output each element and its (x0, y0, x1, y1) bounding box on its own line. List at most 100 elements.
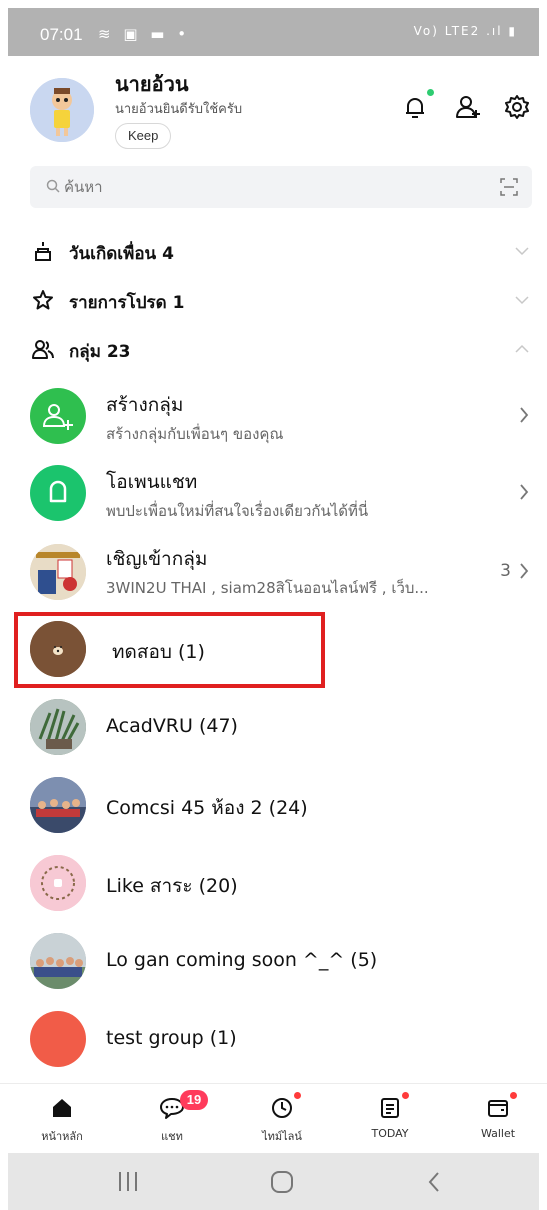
character-avatar-icon (30, 78, 94, 142)
wreath-logo-icon (30, 855, 86, 911)
tab-today[interactable]: TODAY (340, 1084, 440, 1154)
invitation-avatar (30, 544, 86, 600)
back-button[interactable] (394, 1153, 474, 1210)
group-name: Comcsi 45 ห้อง 2 (24) (106, 797, 308, 819)
invitation-count: 3 (500, 561, 511, 581)
notifications-button[interactable] (400, 89, 434, 122)
group-avatar (30, 1011, 86, 1067)
add-group-icon (42, 404, 73, 430)
timeline-icon (272, 1098, 292, 1118)
status-bar: 07:01 ≋ ▣ ▬ • Vo) LTE2 .ıl ▮ (0, 0, 547, 56)
tab-label: แชท (161, 1130, 183, 1143)
back-chevron-icon (428, 1172, 439, 1192)
section-groups[interactable]: กลุ่ม 23 (0, 326, 547, 374)
group-row[interactable]: Lo gan coming soon ^_^ (5) (0, 923, 547, 1001)
search-bar[interactable] (30, 166, 532, 208)
row-subtitle: พบปะเพื่อนใหม่ที่สนใจเรื่องเดียวกันได้ที… (106, 502, 369, 520)
section-label: รายการโปรด 1 (69, 293, 185, 313)
group-icon (32, 340, 54, 359)
group-avatar (30, 699, 86, 755)
cake-icon (35, 242, 51, 261)
chevron-right-icon (520, 407, 529, 423)
group-name: AcadVRU (47) (106, 715, 238, 737)
profile-status-message[interactable]: นายอ้วนยินดีรับใช้ครับ (115, 98, 242, 119)
home-circle-icon (271, 1171, 293, 1193)
group-row[interactable]: Comcsi 45 ห้อง 2 (24) (0, 767, 547, 845)
open-chat-avatar (30, 465, 86, 521)
unread-badge: 19 (180, 1090, 208, 1110)
row-subtitle: 3WIN2U THAI , siam28สิโนออนไลน์ฟรี , เว็… (106, 579, 429, 597)
row-subtitle: สร้างกลุ่มกับเพื่อนๆ ของคุณ (106, 425, 284, 443)
tab-label: Wallet (480, 1127, 516, 1140)
row-title: สร้างกลุ่ม (106, 394, 184, 416)
notification-online-dot (427, 89, 434, 96)
section-label: กลุ่ม 23 (69, 342, 131, 362)
today-icon (381, 1098, 399, 1118)
chevron-right-icon (520, 563, 529, 579)
recent-apps-button[interactable] (90, 1153, 170, 1210)
group-row[interactable]: AcadVRU (47) (0, 689, 547, 767)
team-photo-icon (30, 933, 86, 989)
tab-chats[interactable]: 19 แชท (122, 1084, 222, 1154)
group-invitations-row[interactable]: เชิญเข้ากลุ่ม 3WIN2U THAI , siam28สิโนออ… (0, 532, 547, 610)
tab-label: หน้าหลัก (41, 1130, 83, 1143)
row-title: เชิญเข้ากลุ่ม (106, 548, 208, 570)
tab-timeline[interactable]: ไทม์ไลน์ (232, 1084, 332, 1154)
qr-scan-icon[interactable] (500, 178, 518, 196)
create-group-avatar (30, 388, 86, 444)
search-icon (46, 179, 60, 193)
wallet-icon (488, 1100, 508, 1117)
bottom-tab-bar: หน้าหลัก 19 แชท ไทม์ไลน์ TODAY Wallet (0, 1083, 547, 1153)
open-chat-icon (49, 480, 67, 503)
notification-dot (510, 1092, 517, 1099)
add-friend-button[interactable] (454, 92, 484, 122)
bell-icon (406, 98, 424, 118)
recent-apps-icon (119, 1172, 137, 1191)
chevron-down-icon (515, 296, 529, 305)
section-favorites[interactable]: รายการโปรด 1 (0, 277, 547, 325)
plant-photo-icon (30, 699, 86, 755)
group-name: Lo gan coming soon ^_^ (5) (106, 949, 378, 971)
system-navigation-bar (8, 1153, 539, 1210)
section-label: วันเกิดเพื่อน 4 (69, 244, 174, 264)
group-photo-icon (30, 777, 86, 833)
settings-button[interactable] (502, 92, 532, 122)
status-system-icons: Vo) LTE2 .ıl ▮ (413, 24, 517, 38)
group-row[interactable]: test group (1) (0, 1001, 547, 1079)
notification-dot (294, 1092, 301, 1099)
home-nav-button[interactable] (242, 1153, 322, 1210)
group-name: Like สาระ (20) (106, 875, 238, 897)
chevron-right-icon (520, 484, 529, 500)
profile-avatar[interactable] (30, 78, 94, 142)
chevron-up-icon (515, 344, 529, 353)
status-time: 07:01 (40, 25, 83, 44)
status-notification-icons: ≋ ▣ ▬ • (98, 25, 191, 43)
brown-bear-icon (30, 621, 86, 677)
casino-image-icon (30, 544, 86, 600)
tab-home[interactable]: หน้าหลัก (12, 1084, 112, 1154)
tab-wallet[interactable]: Wallet (448, 1084, 547, 1154)
group-row[interactable]: Like สาระ (20) (0, 845, 547, 923)
row-title: โอเพนแชท (106, 471, 198, 493)
group-avatar (30, 777, 86, 833)
group-avatar (30, 855, 86, 911)
star-icon (33, 290, 53, 310)
group-avatar (30, 933, 86, 989)
notification-dot (402, 1092, 409, 1099)
gear-icon (505, 95, 529, 119)
chevron-down-icon (515, 247, 529, 256)
group-avatar (30, 621, 86, 677)
open-chat-row[interactable]: โอเพนแชท พบปะเพื่อนใหม่ที่สนใจเรื่องเดีย… (0, 453, 547, 531)
keep-button[interactable]: Keep (115, 123, 172, 149)
profile-name[interactable]: นายอ้วน (115, 68, 189, 100)
search-input[interactable] (64, 166, 464, 208)
add-friend-icon (456, 96, 480, 118)
home-icon (53, 1099, 71, 1117)
tab-label: TODAY (371, 1127, 409, 1140)
create-group-row[interactable]: สร้างกลุ่ม สร้างกลุ่มกับเพื่อนๆ ของคุณ (0, 376, 547, 454)
group-name: test group (1) (106, 1027, 237, 1049)
tab-label: ไทม์ไลน์ (262, 1130, 302, 1143)
section-friends-birthday[interactable]: วันเกิดเพื่อน 4 (0, 228, 547, 276)
group-name: ทดสอบ (1) (112, 641, 205, 663)
group-row[interactable]: ทดสอบ (1) (0, 611, 547, 689)
